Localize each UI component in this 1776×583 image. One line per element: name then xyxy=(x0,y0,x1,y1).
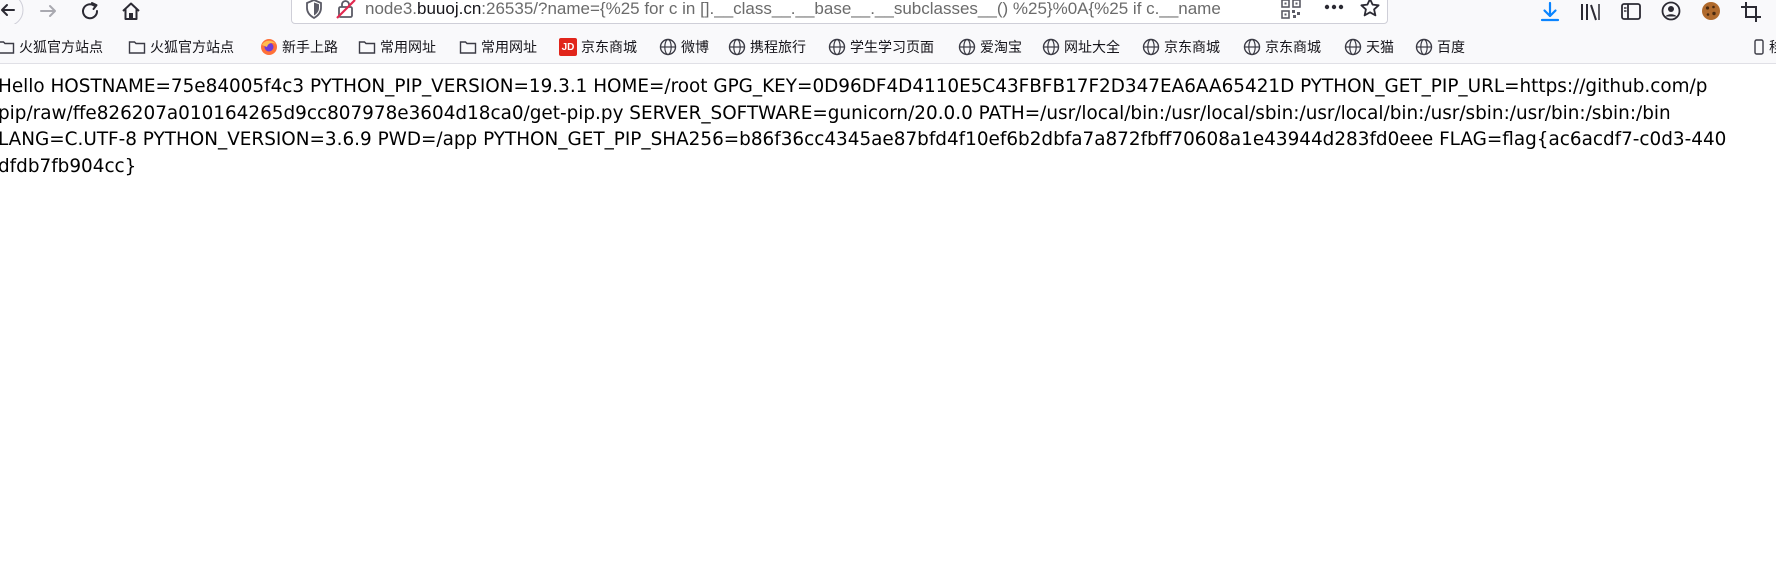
bookmark-item[interactable]: JD 京东商城 xyxy=(559,37,637,57)
cookie-icon xyxy=(1702,2,1720,20)
bookmark-item[interactable]: 学生学习页面 xyxy=(828,37,934,57)
globe-icon xyxy=(728,38,746,56)
tracking-shield-icon[interactable] xyxy=(304,0,324,24)
folder-icon xyxy=(0,38,15,56)
home-icon xyxy=(122,2,140,20)
bookmark-label: 微博 xyxy=(681,40,709,56)
bookmark-item[interactable]: 火狐官方站点 xyxy=(128,37,234,57)
bookmark-label: 火狐官方站点 xyxy=(19,40,103,56)
globe-icon xyxy=(659,38,677,56)
bookmark-label: 京东商城 xyxy=(1265,40,1321,56)
url-prefix: node3. xyxy=(365,0,417,18)
folder-icon xyxy=(358,38,376,56)
bookmark-label: 常用网址 xyxy=(481,40,537,56)
download-arrow-icon xyxy=(1540,1,1560,22)
account-button[interactable] xyxy=(1659,0,1683,24)
mobile-phone-icon xyxy=(1753,38,1765,56)
globe-icon xyxy=(1344,38,1362,56)
bookmark-item[interactable]: 京东商城 xyxy=(1243,37,1321,57)
nav-toolbar: node3.buuoj.cn:26535/?name={%25 for c in… xyxy=(0,0,1776,26)
jd-icon: JD xyxy=(559,38,577,56)
bookmark-label: 携程旅行 xyxy=(750,40,806,56)
library-button[interactable] xyxy=(1578,0,1602,24)
insecure-lock-icon[interactable] xyxy=(335,0,357,24)
globe-icon xyxy=(1042,38,1060,56)
firefox-icon xyxy=(260,38,278,56)
back-arrow-icon xyxy=(0,0,24,24)
downloads-button[interactable] xyxy=(1538,0,1562,24)
env-output-line: pip/raw/ffe826207a010164265d9cc807978e36… xyxy=(0,102,1671,124)
forward-button[interactable] xyxy=(37,0,61,24)
screenshot-button[interactable] xyxy=(1739,0,1763,24)
bookmark-label: 京东商城 xyxy=(1164,40,1220,56)
bookmark-item[interactable]: 天猫 xyxy=(1344,37,1394,57)
bookmark-item[interactable]: 百度 xyxy=(1415,37,1465,57)
url-bar[interactable]: node3.buuoj.cn:26535/?name={%25 for c in… xyxy=(291,0,1388,24)
bookmark-label: 常用网址 xyxy=(380,40,436,56)
cookie-extension-button[interactable] xyxy=(1699,0,1723,24)
qr-code-icon[interactable] xyxy=(1280,0,1302,24)
env-output-line: dfdb7fb904cc} xyxy=(0,155,137,177)
account-icon xyxy=(1661,1,1681,21)
bookmark-item[interactable]: 常用网址 xyxy=(358,37,436,57)
globe-icon xyxy=(1142,38,1160,56)
url-domain: buuoj.cn xyxy=(417,0,482,18)
bookmark-item[interactable]: 微博 xyxy=(659,37,709,57)
crop-icon xyxy=(1741,2,1761,22)
bookmark-item[interactable]: 新手上路 xyxy=(260,37,338,57)
bookmark-label: 火狐官方站点 xyxy=(150,40,234,56)
reload-icon xyxy=(82,2,99,20)
home-button[interactable] xyxy=(119,0,143,24)
folder-icon xyxy=(459,38,477,56)
sidebar-icon xyxy=(1621,3,1641,20)
bookmark-label: 移 xyxy=(1769,37,1776,57)
bookmark-label: 爱淘宝 xyxy=(980,40,1022,56)
page-body: Hello HOSTNAME=75e84005f4c3 PYTHON_PIP_V… xyxy=(0,74,1776,180)
reload-button[interactable] xyxy=(79,0,103,24)
env-output-line: Hello HOSTNAME=75e84005f4c3 PYTHON_PIP_V… xyxy=(0,76,1708,97)
bookmark-star-icon[interactable] xyxy=(1359,0,1381,23)
bookmark-label: 天猫 xyxy=(1366,40,1394,56)
globe-icon xyxy=(1243,38,1261,56)
sidebar-button[interactable] xyxy=(1619,0,1643,24)
globe-icon xyxy=(958,38,976,56)
back-button[interactable] xyxy=(0,0,28,24)
bookmark-item[interactable]: 网址大全 xyxy=(1042,37,1120,57)
bookmark-label: 百度 xyxy=(1437,40,1465,56)
bookmark-label: 学生学习页面 xyxy=(850,40,934,56)
bookmark-item[interactable]: 火狐官方站点 xyxy=(0,37,103,57)
globe-icon xyxy=(828,38,846,56)
forward-arrow-icon xyxy=(40,5,56,17)
globe-icon xyxy=(1415,38,1433,56)
bookmark-item[interactable]: 京东商城 xyxy=(1142,37,1220,57)
url-text[interactable]: node3.buuoj.cn:26535/?name={%25 for c in… xyxy=(365,0,1235,19)
page-actions-menu-icon[interactable] xyxy=(1323,0,1345,23)
bookmark-label: 新手上路 xyxy=(282,40,338,56)
bookmark-label: 京东商城 xyxy=(581,40,637,56)
bookmark-item[interactable]: 爱淘宝 xyxy=(958,37,1022,57)
url-path: :26535/?name={%25 for c in [].__class__.… xyxy=(481,0,1221,18)
library-icon xyxy=(1581,4,1600,21)
mobile-bookmarks-item[interactable]: 移 xyxy=(1753,37,1776,57)
bookmark-item[interactable]: 常用网址 xyxy=(459,37,537,57)
bookmark-item[interactable]: 携程旅行 xyxy=(728,37,806,57)
env-output-line: LANG=C.UTF-8 PYTHON_VERSION=3.6.9 PWD=/a… xyxy=(0,129,1727,150)
bookmark-label: 网址大全 xyxy=(1064,40,1120,56)
folder-icon xyxy=(128,38,146,56)
bookmarks-toolbar: 火狐官方站点 火狐官方站点 新手上路 常用网址 常用网址 JD 京东商城 微博 … xyxy=(0,26,1776,64)
